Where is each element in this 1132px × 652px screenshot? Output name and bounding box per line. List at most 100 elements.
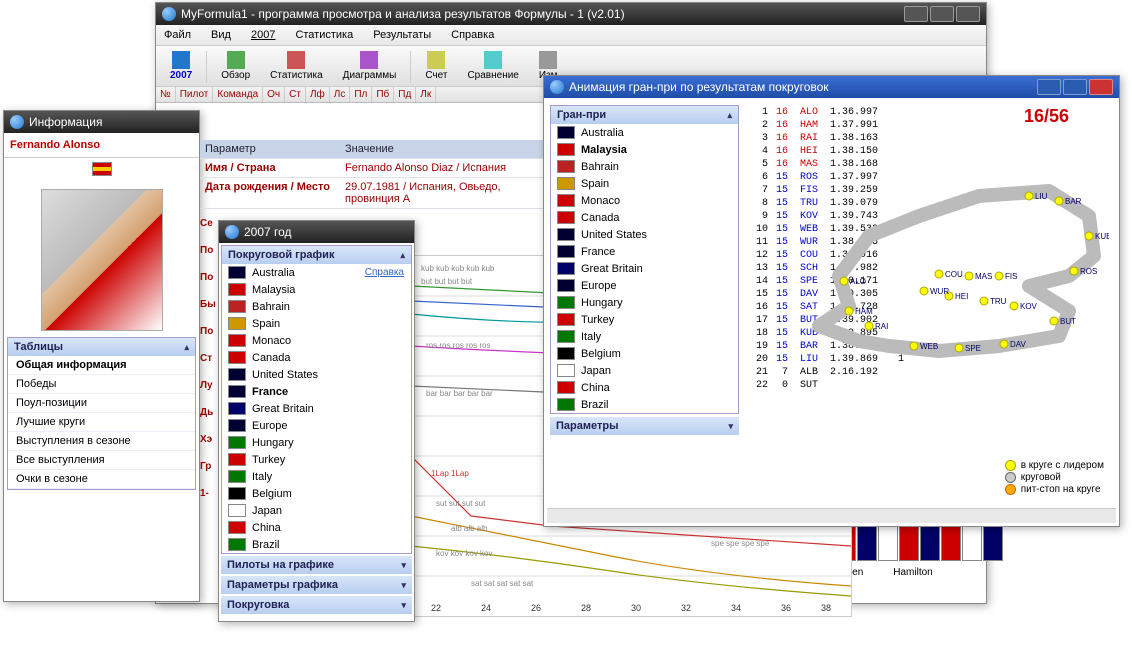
country-item[interactable]: Canada: [222, 349, 411, 366]
country-item[interactable]: Monaco: [551, 192, 738, 209]
flag-icon: [557, 330, 575, 343]
maximize-button[interactable]: [1063, 79, 1087, 95]
column-header[interactable]: Пд: [394, 87, 416, 102]
country-item[interactable]: United States: [222, 366, 411, 383]
column-header[interactable]: №: [156, 87, 176, 102]
country-item[interactable]: Hungary: [551, 294, 738, 311]
table-list-item[interactable]: Победы: [8, 375, 195, 394]
column-header[interactable]: Пилот: [176, 87, 214, 102]
country-item[interactable]: Europe: [222, 417, 411, 434]
column-header[interactable]: Пл: [350, 87, 372, 102]
gp-header[interactable]: Гран-при▴: [551, 106, 738, 124]
maximize-button[interactable]: [930, 6, 954, 22]
table-list-item[interactable]: Очки в сезоне: [8, 470, 195, 489]
minimize-button[interactable]: [904, 6, 928, 22]
flag-icon: [228, 283, 246, 296]
svg-text:sut sut sut sut: sut sut sut sut: [436, 499, 486, 508]
country-item[interactable]: Great Britain: [551, 260, 738, 277]
country-item[interactable]: China: [551, 379, 738, 396]
car-label: BUT: [1060, 317, 1076, 326]
country-item[interactable]: China: [222, 519, 411, 536]
car-label: COU: [945, 270, 963, 279]
menu-item[interactable]: 2007: [247, 27, 279, 43]
pilots-header[interactable]: Пилоты на графике▾: [221, 556, 412, 574]
anim-titlebar[interactable]: Анимация гран-при по результатам покруго…: [544, 76, 1119, 98]
country-item[interactable]: Turkey: [222, 451, 411, 468]
params-header[interactable]: Параметры графика▾: [221, 576, 412, 594]
svg-text:but but but but: but but but but: [421, 277, 473, 286]
country-item[interactable]: Turkey: [551, 311, 738, 328]
column-header[interactable]: Лк: [416, 87, 436, 102]
menu-item[interactable]: Результаты: [369, 27, 435, 43]
toolbar-button[interactable]: Обзор: [213, 49, 258, 83]
close-button[interactable]: [1089, 79, 1113, 95]
country-item[interactable]: Belgium: [551, 345, 738, 362]
flag-icon: [228, 266, 246, 279]
country-item[interactable]: Belgium: [222, 485, 411, 502]
car-dot: [1010, 302, 1018, 310]
country-item[interactable]: Japan: [222, 502, 411, 519]
menu-item[interactable]: Статистика: [291, 27, 357, 43]
column-header[interactable]: Ст: [285, 87, 306, 102]
countries-header[interactable]: Покруговой график▴: [222, 246, 411, 264]
menu-item[interactable]: Справка: [447, 27, 498, 43]
toolbar-button[interactable]: Диаграммы: [335, 49, 405, 83]
toolbar-button[interactable]: 2007: [162, 49, 200, 83]
anim-params-header[interactable]: Параметры▾: [550, 417, 739, 435]
flag-icon: [557, 245, 575, 258]
tables-header[interactable]: Таблицы▴: [8, 338, 195, 356]
minimize-button[interactable]: [1037, 79, 1061, 95]
country-item[interactable]: Italy: [551, 328, 738, 345]
column-header[interactable]: Оч: [263, 87, 285, 102]
main-title: MyFormula1 - программа просмотра и анали…: [181, 7, 904, 21]
country-item[interactable]: United States: [551, 226, 738, 243]
country-item[interactable]: Europe: [551, 277, 738, 294]
country-item[interactable]: Great Britain: [222, 400, 411, 417]
country-item[interactable]: Brazil: [551, 396, 738, 413]
country-item[interactable]: Italy: [222, 468, 411, 485]
column-header[interactable]: Лс: [330, 87, 351, 102]
menu-item[interactable]: Файл: [160, 27, 195, 43]
car-label: BAR: [1065, 197, 1082, 206]
info-table: Параметр Значение Имя / СтранаFernando A…: [200, 140, 550, 209]
country-item[interactable]: Japan: [551, 362, 738, 379]
table-list-item[interactable]: Выступления в сезоне: [8, 432, 195, 451]
menu-item[interactable]: Вид: [207, 27, 235, 43]
country-item[interactable]: Malaysia: [551, 141, 738, 158]
car-label: HEI: [955, 292, 968, 301]
svg-text:36: 36: [781, 603, 791, 613]
column-header[interactable]: Команда: [213, 87, 263, 102]
chevron-down-icon: ▾: [401, 580, 406, 591]
country-item[interactable]: Brazil: [222, 536, 411, 553]
main-titlebar[interactable]: MyFormula1 - программа просмотра и анали…: [156, 3, 986, 25]
country-item[interactable]: Australia: [551, 124, 738, 141]
country-item[interactable]: Bahrain: [551, 158, 738, 175]
toolbar-button[interactable]: Статистика: [262, 49, 331, 83]
country-item[interactable]: Spain: [222, 315, 411, 332]
country-item[interactable]: France: [551, 243, 738, 260]
car-label: ROS: [1080, 267, 1097, 276]
car-dot: [1070, 267, 1078, 275]
column-header[interactable]: Пб: [372, 87, 394, 102]
toolbar-button[interactable]: Счет: [417, 49, 455, 83]
country-item[interactable]: Hungary: [222, 434, 411, 451]
help-link[interactable]: Справка: [365, 267, 404, 278]
table-list-item[interactable]: Общая информация: [8, 356, 195, 375]
close-button[interactable]: [956, 6, 980, 22]
country-item[interactable]: Bahrain: [222, 298, 411, 315]
toolbar-button[interactable]: Сравнение: [459, 49, 526, 83]
country-item[interactable]: Malaysia: [222, 281, 411, 298]
year-titlebar[interactable]: 2007 год: [219, 221, 414, 243]
table-list-item[interactable]: Все выступления: [8, 451, 195, 470]
table-list-item[interactable]: Лучшие круги: [8, 413, 195, 432]
country-item[interactable]: Spain: [551, 175, 738, 192]
info-titlebar[interactable]: Информация: [4, 111, 199, 133]
country-item[interactable]: France: [222, 383, 411, 400]
info-title: Информация: [29, 115, 193, 129]
app-icon: [162, 7, 176, 21]
country-item[interactable]: Monaco: [222, 332, 411, 349]
laps-header[interactable]: Покруговка▾: [221, 596, 412, 614]
table-list-item[interactable]: Поул-позиции: [8, 394, 195, 413]
column-header[interactable]: Лф: [306, 87, 330, 102]
country-item[interactable]: Canada: [551, 209, 738, 226]
